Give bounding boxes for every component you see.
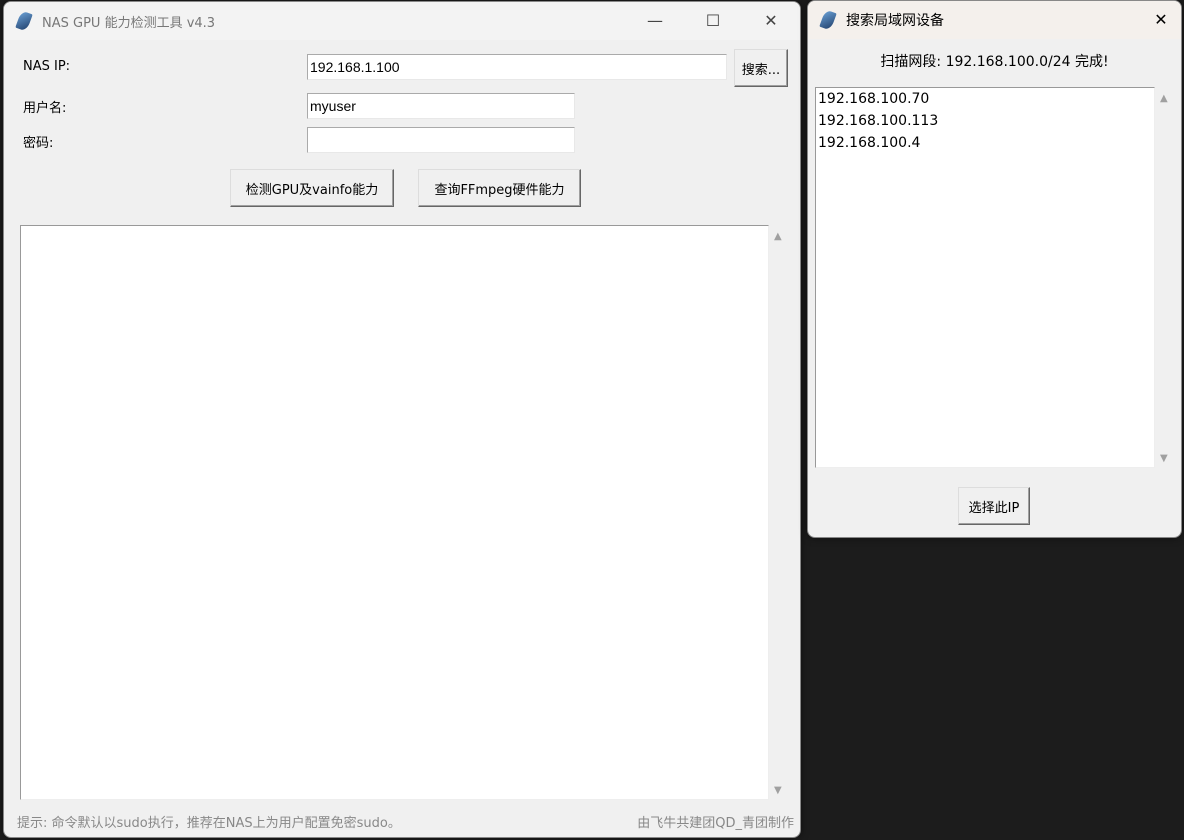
search-dialog: 搜索局域网设备 ✕ 扫描网段: 192.168.100.0/24 完成! 192… [807, 0, 1182, 538]
search-button[interactable]: 搜索... [734, 49, 788, 87]
password-input[interactable] [307, 127, 575, 153]
scroll-up-arrow-icon[interactable]: ▲ [1160, 93, 1168, 104]
minimize-button[interactable]: — [644, 10, 666, 32]
list-item[interactable]: 192.168.100.4 [816, 132, 1154, 154]
username-label: 用户名: [23, 101, 67, 116]
maximize-button[interactable]: ☐ [702, 10, 724, 32]
detect-gpu-button[interactable]: 检测GPU及vainfo能力 [230, 169, 394, 207]
title-bar: NAS GPU 能力检测工具 v4.3 — ☐ ✕ [4, 2, 800, 40]
dialog-title: 搜索局域网设备 [846, 13, 944, 29]
ip-result-list[interactable]: 192.168.100.70 192.168.100.113 192.168.1… [815, 87, 1155, 468]
credit-text: 由飞牛共建团QD_青团制作 [637, 816, 794, 831]
dialog-title-bar: 搜索局域网设备 ✕ [808, 1, 1181, 39]
feather-app-icon [15, 10, 33, 32]
scroll-up-arrow-icon[interactable]: ▲ [774, 231, 782, 242]
feather-app-icon [819, 9, 837, 31]
list-item[interactable]: 192.168.100.113 [816, 110, 1154, 132]
window-title: NAS GPU 能力检测工具 v4.3 [42, 15, 216, 31]
nas-ip-label: NAS IP: [23, 59, 71, 74]
scroll-down-arrow-icon[interactable]: ▼ [774, 785, 782, 796]
scan-status: 扫描网段: 192.168.100.0/24 完成! [880, 54, 1109, 70]
main-window: NAS GPU 能力检测工具 v4.3 — ☐ ✕ NAS IP: 搜索... … [3, 1, 801, 838]
output-scrollbar[interactable]: ▲ ▼ [770, 225, 790, 800]
list-scrollbar[interactable]: ▲ ▼ [1156, 87, 1176, 468]
username-input[interactable] [307, 93, 575, 119]
nas-ip-input[interactable] [307, 54, 727, 80]
hint-text: 提示: 命令默认以sudo执行，推荐在NAS上为用户配置免密sudo。 [17, 816, 401, 831]
password-label: 密码: [23, 136, 54, 151]
close-button[interactable]: ✕ [760, 10, 782, 32]
scroll-down-arrow-icon[interactable]: ▼ [1160, 453, 1168, 464]
dialog-close-button[interactable]: ✕ [1150, 9, 1172, 31]
ffmpeg-query-button[interactable]: 查询FFmpeg硬件能力 [418, 169, 581, 207]
output-textbox[interactable] [20, 225, 769, 800]
select-ip-button[interactable]: 选择此IP [958, 487, 1030, 525]
list-item[interactable]: 192.168.100.70 [816, 88, 1154, 110]
